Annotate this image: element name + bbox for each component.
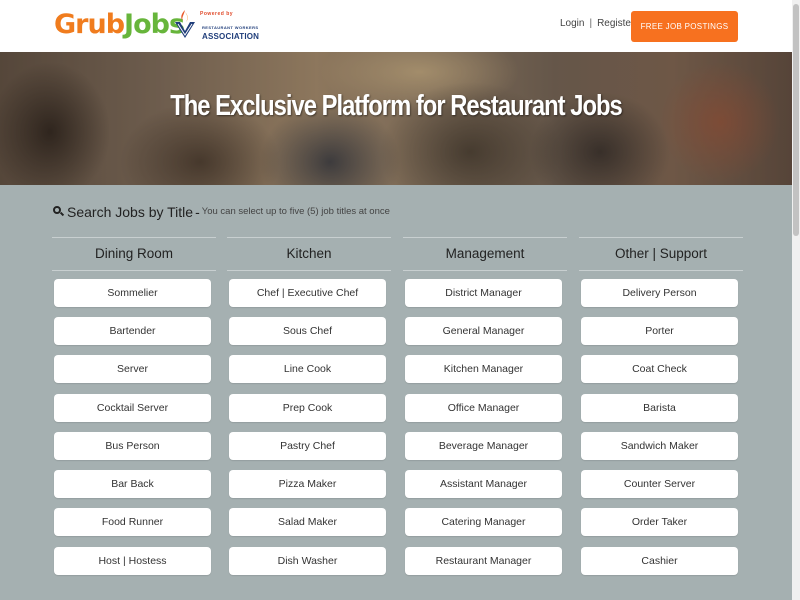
nav-separator: | [589,18,593,29]
association-logo[interactable]: Powered by RESTAURANT WORKERS ASSOCIATIO… [172,6,272,46]
login-link[interactable]: Login [560,18,584,29]
job-title-button[interactable]: Catering Manager [405,508,562,536]
job-title-button[interactable]: Host | Hostess [54,547,211,575]
job-title-button[interactable]: Salad Maker [229,508,386,536]
job-title-button[interactable]: Order Taker [581,508,738,536]
category-title: Dining Room [52,237,216,271]
register-link[interactable]: Register [597,18,634,29]
job-title-button[interactable]: Line Cook [229,355,386,383]
job-title-button[interactable]: Assistant Manager [405,470,562,498]
job-title-button[interactable]: Food Runner [54,508,211,536]
job-title-button[interactable]: Chef | Executive Chef [229,279,386,307]
job-title-button[interactable]: Sous Chef [229,317,386,345]
search-subtitle: You can select up to five (5) job titles… [201,206,390,217]
job-title-button[interactable]: Pizza Maker [229,470,386,498]
category-other-support: Other | Support Delivery Person Porter C… [579,237,743,575]
page-scrollbar[interactable] [792,0,800,600]
job-title-button[interactable]: Bus Person [54,432,211,460]
job-title-button[interactable]: Cashier [581,547,738,575]
search-dash: - [195,204,200,220]
association-small-text: RESTAURANT WORKERS [202,25,259,30]
job-title-button[interactable]: District Manager [405,279,562,307]
scrollbar-thumb[interactable] [793,4,799,236]
free-job-postings-button[interactable]: FREE JOB POSTINGS [631,11,738,42]
job-title-button[interactable]: Pastry Chef [229,432,386,460]
job-title-button[interactable]: General Manager [405,317,562,345]
search-heading: Search Jobs by Title - You can select up t… [52,202,390,222]
job-title-button[interactable]: Barista [581,394,738,422]
job-title-button[interactable]: Porter [581,317,738,345]
job-title-button[interactable]: Bartender [54,317,211,345]
category-kitchen: Kitchen Chef | Executive Chef Sous Chef … [227,237,391,575]
account-links: Login | Register [560,18,634,29]
job-title-button[interactable]: Counter Server [581,470,738,498]
category-management: Management District Manager General Mana… [403,237,567,575]
search-icon [52,205,65,217]
job-title-button[interactable]: Server [54,355,211,383]
job-title-button[interactable]: Dish Washer [229,547,386,575]
hero-banner: The Exclusive Platform for Restaurant Jo… [0,52,792,185]
job-title-button[interactable]: Bar Back [54,470,211,498]
job-title-button[interactable]: Office Manager [405,394,562,422]
category-title: Kitchen [227,237,391,271]
job-title-button[interactable]: Sommelier [54,279,211,307]
job-title-button[interactable]: Cocktail Server [54,394,211,422]
association-big-text: ASSOCIATION [202,32,260,41]
logo-text-grub: Grub [54,9,125,40]
job-title-button[interactable]: Coat Check [581,355,738,383]
hero-title: The Exclusive Platform for Restaurant Jo… [170,90,623,122]
job-title-button[interactable]: Delivery Person [581,279,738,307]
site-header: GrubJobs Powered by RESTAURANT WORKERS A… [0,0,792,52]
job-title-button[interactable]: Prep Cook [229,394,386,422]
category-dining-room: Dining Room Sommelier Bartender Server C… [52,237,216,575]
association-emblem-icon [175,10,195,38]
category-title: Other | Support [579,237,743,271]
grubjobs-logo[interactable]: GrubJobs [54,8,185,42]
search-title: Search Jobs by Title [67,204,194,220]
powered-by-text: Powered by [200,11,234,17]
category-title: Management [403,237,567,271]
job-title-button[interactable]: Kitchen Manager [405,355,562,383]
job-title-button[interactable]: Sandwich Maker [581,432,738,460]
job-title-button[interactable]: Beverage Manager [405,432,562,460]
job-title-button[interactable]: Restaurant Manager [405,547,562,575]
